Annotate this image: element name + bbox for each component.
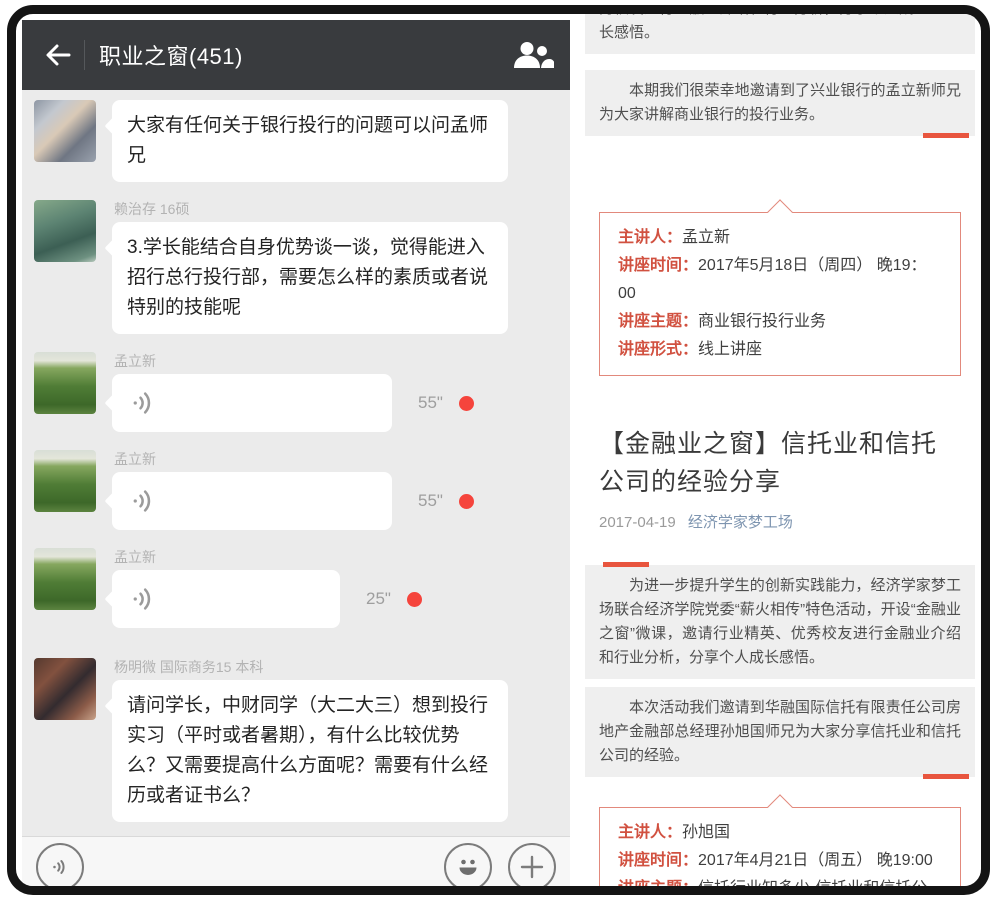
avatar[interactable] [34, 658, 96, 720]
red-dash-accent [603, 562, 649, 567]
paragraph-tail: 长感悟。 [599, 24, 659, 41]
message-bubble[interactable]: 大家有任何关于银行投行的问题可以问孟师兄 [112, 100, 508, 182]
header-divider [84, 40, 85, 70]
message-text: 请问学长，中财同学（大二大三）想到投行实习（平时或者暑期），有什么比较优势么？又… [127, 695, 488, 806]
unread-dot [459, 494, 474, 509]
message-text: 3.学长能结合自身优势谈一谈，觉得能进入招行总行投行部，需要怎么样的素质或者说特… [127, 237, 488, 318]
voice-input-icon [49, 856, 71, 878]
message-row: 大家有任何关于银行投行的问题可以问孟师兄 [34, 100, 558, 182]
sender-name: 赖治存 16硕 [114, 200, 558, 218]
red-underline-accent [923, 133, 969, 138]
sender-name: 孟立新 [114, 450, 558, 468]
plus-icon [518, 853, 546, 881]
message-row: 孟立新 25" [34, 548, 558, 628]
lecture-speaker-line: 主讲人：孙旭国 [618, 819, 942, 847]
intro-paragraph: 为进一步提升学生的创新实践能力，经济学家梦工场联合经济学院党委“薪火相传”特色活… [585, 565, 975, 679]
article-panel: 秀校友进行金融业介绍和行业分析，分享个人成 长感悟。 本期我们很荣幸地邀请到了兴… [585, 14, 975, 886]
voice-duration: 25" [366, 589, 391, 609]
voice-wave-icon [130, 585, 158, 613]
emoji-button[interactable] [444, 843, 492, 891]
article-date: 2017-04-19 [599, 514, 676, 531]
message-row: 孟立新 55" [34, 352, 558, 432]
red-underline-accent [923, 774, 969, 779]
invite-paragraph-1: 本期我们很荣幸地邀请到了兴业银行的孟立新师兄为大家讲解商业银行的投行业务。 [585, 70, 975, 136]
lecture-topic-line: 讲座主题：商业银行投行业务 [618, 308, 942, 336]
clipped-line: 秀校友进行金融业介绍和行业分析，分享个人成 [599, 14, 961, 21]
avatar[interactable] [34, 548, 96, 610]
unread-dot [459, 396, 474, 411]
intro-paragraph-clipped: 秀校友进行金融业介绍和行业分析，分享个人成 长感悟。 [585, 14, 975, 54]
invite-paragraph-2: 本次活动我们邀请到华融国际信托有限责任公司房地产金融部总经理孙旭国师兄为大家分享… [585, 687, 975, 777]
sender-name: 孟立新 [114, 352, 558, 370]
chat-input-bar [22, 836, 570, 895]
screenshot-canvas: 职业之窗(451) 大家有任何关于银行投行的问题可以问孟师兄 [0, 0, 997, 902]
lecture-topic-line: 讲座主题：信托行业知多少-信托业和信托公司 [618, 875, 942, 886]
voice-message-bubble[interactable] [112, 374, 392, 432]
smiley-icon [453, 852, 483, 882]
avatar[interactable] [34, 200, 96, 262]
voice-wave-icon [130, 389, 158, 417]
more-button[interactable] [508, 843, 556, 891]
lecture-info-box-2: 主讲人：孙旭国 讲座时间：2017年4月21日（周五） 晚19:00 讲座主题：… [599, 807, 961, 886]
sender-name: 杨明微 国际商务15 本科 [114, 658, 558, 676]
chat-title: 职业之窗(451) [99, 39, 508, 71]
group-members-icon [512, 40, 554, 70]
voice-input-button[interactable] [36, 843, 84, 891]
lecture-time-line: 讲座时间：2017年5月18日（周四） 晚19：00 [618, 252, 942, 308]
callout-pointer [767, 794, 792, 819]
unread-dot [407, 592, 422, 607]
back-arrow-icon [43, 41, 73, 69]
message-row: 孟立新 55" [34, 450, 558, 530]
article-source-link[interactable]: 经济学家梦工场 [688, 514, 793, 531]
back-button[interactable] [38, 35, 78, 75]
device-frame: 职业之窗(451) 大家有任何关于银行投行的问题可以问孟师兄 [7, 5, 990, 895]
message-row: 赖治存 16硕 3.学长能结合自身优势谈一谈，觉得能进入招行总行投行部，需要怎么… [34, 200, 558, 334]
article-byline: 2017-04-19 经济学家梦工场 [599, 513, 961, 533]
message-bubble[interactable]: 3.学长能结合自身优势谈一谈，觉得能进入招行总行投行部，需要怎么样的素质或者说特… [112, 222, 508, 334]
avatar[interactable] [34, 352, 96, 414]
voice-duration: 55" [418, 491, 443, 511]
voice-message-bubble[interactable] [112, 472, 392, 530]
voice-message-bubble[interactable] [112, 570, 340, 628]
avatar[interactable] [34, 450, 96, 512]
callout-pointer [767, 199, 792, 224]
message-bubble[interactable]: 请问学长，中财同学（大二大三）想到投行实习（平时或者暑期），有什么比较优势么？又… [112, 680, 508, 822]
message-row: 杨明微 国际商务15 本科 请问学长，中财同学（大二大三）想到投行实习（平时或者… [34, 658, 558, 822]
lecture-time-line: 讲座时间：2017年4月21日（周五） 晚19:00 [618, 847, 942, 875]
voice-duration: 55" [418, 393, 443, 413]
chat-message-list: 大家有任何关于银行投行的问题可以问孟师兄 赖治存 16硕 3.学长能结合自身优势… [22, 90, 570, 836]
chat-header: 职业之窗(451) [22, 20, 570, 90]
article-title: 【金融业之窗】信托业和信托公司的经验分享 [599, 425, 961, 501]
message-text: 大家有任何关于银行投行的问题可以问孟师兄 [127, 115, 488, 166]
lecture-info-box-1: 主讲人：孟立新 讲座时间：2017年5月18日（周四） 晚19：00 讲座主题：… [599, 212, 961, 376]
lecture-speaker-line: 主讲人：孟立新 [618, 224, 942, 252]
voice-wave-icon [130, 487, 158, 515]
avatar[interactable] [34, 100, 96, 162]
wechat-chat-panel: 职业之窗(451) 大家有任何关于银行投行的问题可以问孟师兄 [22, 20, 570, 895]
sender-name: 孟立新 [114, 548, 558, 566]
group-members-button[interactable] [508, 35, 554, 75]
lecture-format-line: 讲座形式：线上讲座 [618, 336, 942, 364]
